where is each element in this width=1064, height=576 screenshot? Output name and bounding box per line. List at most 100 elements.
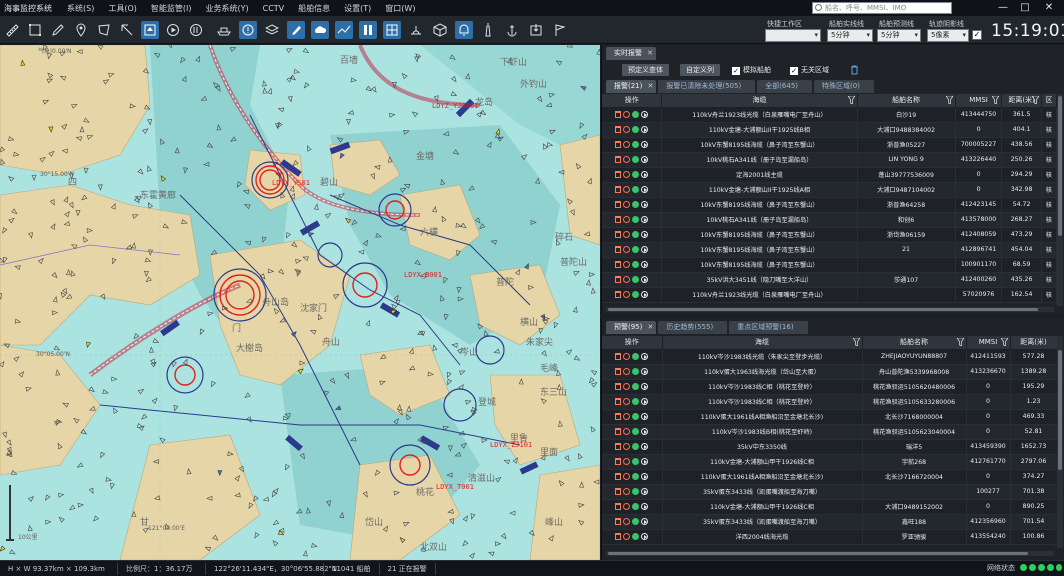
tab-key-area-warning[interactable]: 重点区域预警(16): [729, 321, 808, 334]
vessel-marker[interactable]: [286, 47, 293, 54]
vessel-marker[interactable]: [271, 490, 278, 498]
play-icon[interactable]: [641, 353, 649, 360]
vessel-marker[interactable]: [151, 397, 158, 404]
play-icon[interactable]: [641, 261, 649, 268]
export-icon[interactable]: [527, 21, 545, 39]
table-row[interactable]: 10kV桃石A341线（册子岛至漏船岛） 和创6 413578000 268.27 核: [602, 212, 1057, 228]
column-header[interactable]: 操作: [602, 336, 663, 350]
vessel-marker[interactable]: [324, 212, 332, 219]
scroll-thumb[interactable]: [1058, 350, 1062, 470]
locate-icon[interactable]: [632, 488, 640, 495]
locate-icon[interactable]: [632, 368, 640, 375]
alarm-table-hscrollbar[interactable]: [606, 307, 1054, 312]
vessel-marker[interactable]: [541, 350, 548, 357]
alarm-icon[interactable]: [623, 473, 631, 480]
vessel-marker[interactable]: [307, 231, 315, 237]
close-icon[interactable]: ✕: [647, 47, 653, 60]
polygon-icon[interactable]: [95, 21, 113, 39]
vessel-marker[interactable]: [97, 184, 103, 191]
delete-icon[interactable]: [615, 231, 622, 238]
column-header[interactable]: 区: [1041, 94, 1057, 108]
delete-icon[interactable]: [615, 291, 622, 298]
locate-icon[interactable]: [632, 443, 640, 450]
delete-icon[interactable]: [615, 413, 622, 420]
table-row[interactable]: 35kV中东3350线 瑞洋5 413459390 1652.73: [602, 439, 1057, 455]
vessel-marker[interactable]: [159, 436, 166, 444]
alarm-icon[interactable]: [623, 246, 631, 253]
vessel-marker[interactable]: [458, 369, 466, 376]
menu-smart-supervision[interactable]: 智能监管(I): [144, 3, 199, 14]
play-icon[interactable]: [641, 428, 649, 435]
grid-icon[interactable]: [383, 21, 401, 39]
filter-icon[interactable]: [956, 338, 964, 346]
vessel-marker[interactable]: [152, 338, 160, 345]
column-header[interactable]: 距离(米): [1001, 94, 1042, 108]
vessel-marker[interactable]: [99, 451, 106, 459]
alarm-icon[interactable]: [623, 201, 631, 208]
table-row[interactable]: 10kV东蟹8195线海缆（鼻子湾至东蟹山） 21 412896741 454.04 核: [602, 242, 1057, 258]
locate-icon[interactable]: [632, 171, 640, 178]
vessel-marker[interactable]: [173, 405, 179, 412]
predefined-query-button[interactable]: 预定义查体: [622, 64, 669, 76]
pen-icon[interactable]: [49, 21, 67, 39]
scroll-thumb[interactable]: [608, 552, 1028, 555]
vessel-marker[interactable]: [450, 91, 458, 98]
alarm-icon[interactable]: [623, 398, 631, 405]
vessel-marker[interactable]: [589, 426, 596, 433]
delete-icon[interactable]: [615, 458, 622, 465]
vessel-marker[interactable]: [493, 348, 500, 354]
alarm-icon[interactable]: [623, 443, 631, 450]
table-row[interactable]: 10kV桃石A341线（册子岛至漏船岛） LIN YONG 9 413226440 2…: [602, 152, 1057, 168]
table-row[interactable]: 110kV金塘-大浦额山II干1925线B相 大浦口9488384002 0 404.…: [602, 122, 1057, 138]
vessel-marker[interactable]: [77, 502, 84, 508]
locate-icon[interactable]: [632, 276, 640, 283]
vessel-marker[interactable]: [564, 455, 571, 462]
ship-select-icon[interactable]: [141, 21, 159, 39]
alarm-icon[interactable]: [623, 518, 631, 525]
custom-columns-button[interactable]: 自定义列: [680, 64, 720, 76]
locate-icon[interactable]: [632, 291, 640, 298]
vessel-marker[interactable]: [68, 504, 76, 511]
vessel-marker[interactable]: [102, 389, 109, 395]
ruler-icon[interactable]: [3, 21, 21, 39]
vessel-marker[interactable]: [147, 118, 153, 126]
vessel-marker[interactable]: [503, 458, 511, 465]
delete-icon[interactable]: [615, 111, 622, 118]
alarm-icon[interactable]: [623, 261, 631, 268]
bell-icon[interactable]: [455, 21, 473, 39]
vessel-marker[interactable]: [142, 127, 149, 135]
vessel-marker[interactable]: [357, 249, 365, 255]
delete-icon[interactable]: [615, 261, 622, 268]
table-row[interactable]: 110kV岑沙1983线B相(桃花至虾峙) 桃花渔驳运5105623040004 0…: [602, 424, 1057, 440]
ship-search-input[interactable]: 船名、呼号、MMSI、IMO: [812, 2, 952, 14]
play-icon[interactable]: [641, 368, 649, 375]
trash-icon[interactable]: [850, 65, 859, 75]
column-header[interactable]: 海缆: [661, 94, 858, 108]
play-icon[interactable]: [641, 518, 649, 525]
locate-icon[interactable]: [632, 141, 640, 148]
vessel-marker[interactable]: [267, 87, 273, 95]
column-header[interactable]: 船舶名称: [857, 94, 956, 108]
layers-icon[interactable]: [263, 21, 281, 39]
play-icon[interactable]: [641, 398, 649, 405]
alarm-icon[interactable]: [623, 428, 631, 435]
vessel-marker[interactable]: [277, 107, 285, 113]
simulated-ships-checkbox[interactable]: ✓ 模拟船舶: [732, 65, 771, 75]
menu-cctv[interactable]: CCTV: [256, 4, 292, 13]
vessel-marker[interactable]: [272, 539, 279, 547]
table-row[interactable]: 110kV岑沙1983线C相（桃花至登岭） 桃花渔驳运5105633280006 0…: [602, 394, 1057, 410]
locate-icon[interactable]: [632, 473, 640, 480]
close-button[interactable]: ✕: [1040, 1, 1058, 15]
play-icon[interactable]: [641, 443, 649, 450]
tab-realtime-alarm[interactable]: 实时报警 ✕: [606, 47, 656, 60]
vessel-marker[interactable]: [371, 86, 378, 93]
column-header[interactable]: MMSI: [955, 94, 1003, 108]
cursor-icon[interactable]: [118, 21, 136, 39]
vessel-marker[interactable]: [45, 519, 52, 525]
alarm-icon[interactable]: [623, 291, 631, 298]
vessel-marker[interactable]: [262, 87, 268, 94]
menu-system[interactable]: 系统(S): [60, 3, 101, 14]
vessel-marker[interactable]: [262, 80, 268, 87]
locate-icon[interactable]: [632, 126, 640, 133]
delete-icon[interactable]: [615, 533, 622, 540]
